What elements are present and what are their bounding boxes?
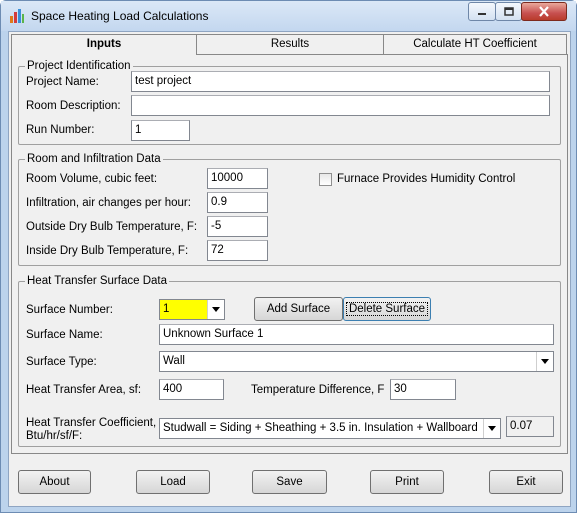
coefficient-construction-select[interactable]: Studwall = Siding + Sheathing + 3.5 in. … [159, 418, 501, 439]
temp-diff-label: Temperature Difference, F [251, 384, 385, 396]
surface-type-value: Wall [163, 355, 185, 367]
inputs-panel: Project Identification Project Name: tes… [11, 54, 568, 454]
temp-diff-field[interactable]: 30 [390, 379, 456, 400]
project-name-label: Project Name: [26, 76, 99, 88]
outside-temp-label: Outside Dry Bulb Temperature, F: [26, 221, 198, 233]
surface-type-label: Surface Type: [26, 356, 97, 368]
surface-name-label: Surface Name: [26, 329, 103, 341]
minimize-icon [478, 12, 486, 15]
project-name-field[interactable]: test project [131, 71, 550, 92]
chevron-down-icon[interactable] [536, 352, 553, 371]
outside-temp-field[interactable]: -5 [207, 216, 268, 237]
chevron-down-icon[interactable] [483, 419, 500, 438]
maximize-icon [503, 7, 514, 16]
surface-number-select[interactable]: 1 [159, 299, 225, 320]
title-bar[interactable]: Space Heating Load Calculations [1, 1, 576, 31]
delete-surface-label: Delete Surface [345, 302, 429, 316]
coefficient-value-field: 0.07 [506, 416, 554, 437]
area-field[interactable]: 400 [159, 379, 224, 400]
client-area: Inputs Results Calculate HT Coefficient … [8, 31, 571, 507]
exit-button[interactable]: Exit [489, 470, 563, 494]
tab-inputs[interactable]: Inputs [11, 34, 197, 55]
inside-temp-field[interactable]: 72 [207, 240, 268, 261]
coefficient-label-line1: Heat Transfer Coefficient, [26, 417, 157, 429]
furnace-humidity-label: Furnace Provides Humidity Control [337, 173, 516, 185]
infiltration-label: Infiltration, air changes per hour: [26, 197, 191, 209]
about-button[interactable]: About [18, 470, 91, 494]
tab-calculate-ht-coefficient[interactable]: Calculate HT Coefficient [383, 34, 567, 54]
run-number-label: Run Number: [26, 124, 95, 136]
bar-chart-icon [10, 9, 24, 23]
coefficient-label-line2: Btu/hr/sf/F: [26, 430, 83, 442]
surface-type-select[interactable]: Wall [159, 351, 554, 372]
tab-calc-label: Calculate HT Coefficient [413, 38, 537, 50]
inside-temp-label: Inside Dry Bulb Temperature, F: [26, 245, 189, 257]
area-label: Heat Transfer Area, sf: [26, 384, 142, 396]
load-button[interactable]: Load [136, 470, 210, 494]
minimize-button[interactable] [468, 2, 496, 21]
chevron-down-icon[interactable] [207, 300, 224, 319]
window-title: Space Heating Load Calculations [31, 9, 209, 23]
room-volume-label: Room Volume, cubic feet: [26, 173, 158, 185]
save-button[interactable]: Save [252, 470, 327, 494]
run-number-field[interactable]: 1 [131, 120, 190, 141]
app-window: Space Heating Load Calculations Inputs R… [0, 0, 577, 513]
room-group-label: Room and Infiltration Data [27, 153, 161, 165]
close-icon [539, 6, 549, 17]
project-group-label: Project Identification [27, 60, 131, 72]
maximize-button[interactable] [495, 2, 522, 21]
room-volume-field[interactable]: 10000 [207, 168, 268, 189]
tab-inputs-label: Inputs [86, 38, 122, 50]
close-button[interactable] [521, 2, 567, 21]
infiltration-field[interactable]: 0.9 [207, 192, 268, 213]
tab-results[interactable]: Results [196, 34, 384, 54]
tab-results-label: Results [270, 38, 310, 50]
surface-name-field[interactable]: Unknown Surface 1 [159, 324, 554, 345]
print-button[interactable]: Print [370, 470, 444, 494]
surface-number-value: 1 [163, 303, 170, 315]
furnace-humidity-checkbox[interactable] [319, 173, 332, 186]
room-description-field[interactable] [131, 95, 550, 116]
add-surface-button[interactable]: Add Surface [254, 297, 343, 321]
room-description-label: Room Description: [26, 100, 121, 112]
delete-surface-button[interactable]: Delete Surface [343, 297, 431, 321]
surface-group-label: Heat Transfer Surface Data [27, 275, 167, 287]
surface-number-label: Surface Number: [26, 304, 113, 316]
coefficient-construction-value: Studwall = Siding + Sheathing + 3.5 in. … [163, 422, 478, 434]
